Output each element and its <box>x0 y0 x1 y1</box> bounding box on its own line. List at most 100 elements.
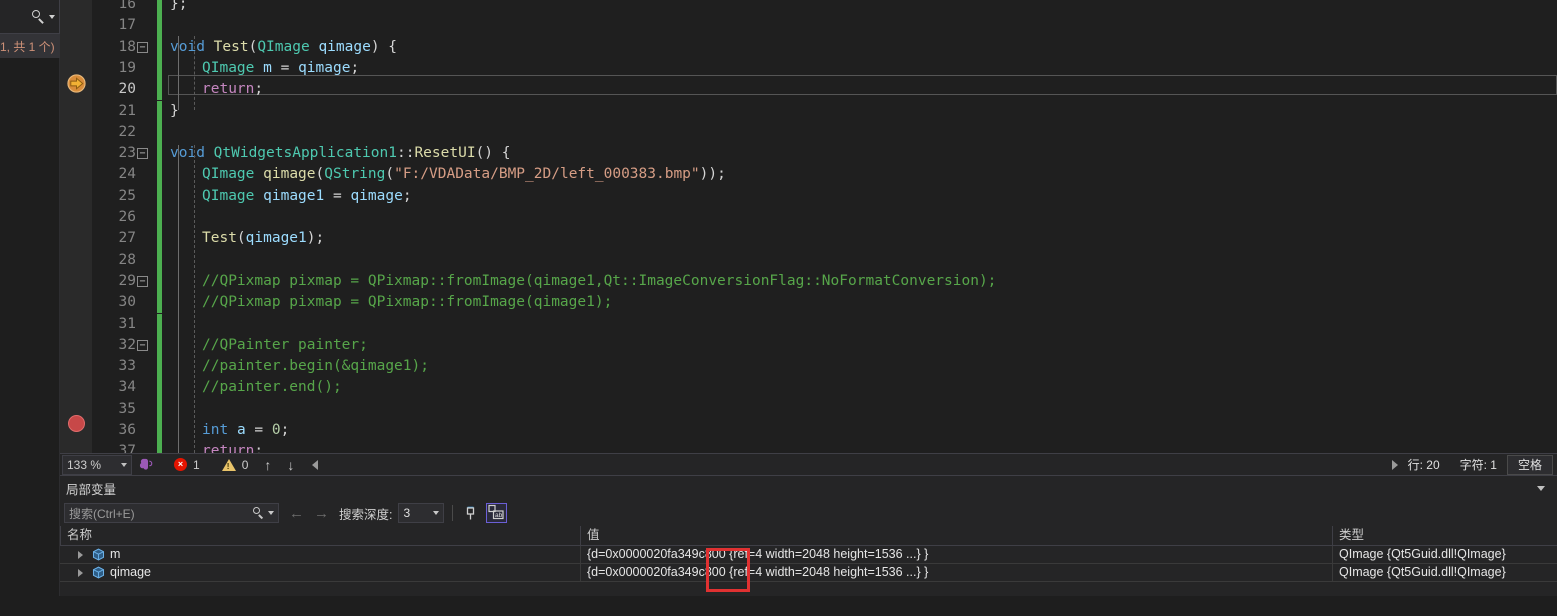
fold-toggle-icon[interactable]: − <box>137 339 148 351</box>
code-editor[interactable]: 16}; 17 18− void Test(QImage qimage) {19 QIm… <box>60 0 1557 453</box>
line-number: 21 <box>118 102 136 119</box>
code-line[interactable]: 17 <box>60 15 1557 37</box>
chevron-down-icon[interactable] <box>268 511 274 515</box>
column-header-type[interactable]: 类型 <box>1332 526 1557 545</box>
change-bar <box>157 36 162 58</box>
cell-name[interactable]: qimage <box>60 564 580 581</box>
brain-icon[interactable] <box>139 457 154 472</box>
change-bar <box>157 398 162 420</box>
code-text: return; <box>202 81 264 98</box>
code-line[interactable]: 16}; <box>60 0 1557 16</box>
search-placeholder: 搜索(Ctrl+E) <box>69 506 135 521</box>
cell-value[interactable]: {d=0x0000020fa349c800 {ref=4 width=2048 … <box>580 546 1332 563</box>
cell-type: QImage {Qt5Guid.dll!QImage} <box>1332 546 1557 563</box>
code-line[interactable]: 26 <box>60 207 1557 229</box>
search-depth-combo[interactable]: 3 <box>398 503 445 523</box>
find-result-item[interactable]: 1, 共 1 个) <box>0 34 60 58</box>
line-number: 24 <box>118 166 136 183</box>
code-text: //painter.begin(&qimage1); <box>202 358 429 375</box>
search-depth-value: 3 <box>403 506 411 520</box>
editor-status-bar: 133 % × 1 0 ↑ ↓ 行: 20 字符: 1 空格 <box>60 453 1557 475</box>
table-row[interactable]: m {d=0x0000020fa349c800 {ref=4 width=2048… <box>60 546 1557 564</box>
code-line[interactable]: 30 //QPixmap pixmap = QPixmap::fromImage(… <box>60 292 1557 314</box>
line-number: 16 <box>118 0 136 12</box>
arrow-down-icon[interactable]: ↓ <box>287 457 294 473</box>
zoom-level-value: 133 % <box>67 457 102 472</box>
svg-text:ab: ab <box>495 512 503 519</box>
pin-icon[interactable] <box>461 504 480 523</box>
arrow-up-icon[interactable]: ↑ <box>264 457 271 473</box>
change-bar <box>157 228 162 250</box>
code-line[interactable]: 19 QImage m = qimage; <box>60 57 1557 80</box>
change-bar <box>157 100 162 122</box>
locals-panel: 局部变量 搜索(Ctrl+E) ← → 搜索深度: 3 ab 名称 值 类型 m… <box>60 475 1557 616</box>
search-input[interactable]: 搜索(Ctrl+E) <box>64 503 279 523</box>
ab-box-icon[interactable]: ab <box>486 503 508 523</box>
change-bar <box>157 79 162 101</box>
cell-value[interactable]: {d=0x0000020fa349c800 {ref=4 width=2048 … <box>580 564 1332 581</box>
code-lines[interactable]: 16}; 17 18− void Test(QImage qimage) {19 QIm… <box>60 0 1557 453</box>
chevron-down-icon[interactable] <box>49 14 55 19</box>
page-title: 局部变量 <box>66 482 117 497</box>
change-bar <box>157 207 162 229</box>
code-line[interactable]: 34 //painter.end(); <box>60 377 1557 399</box>
code-line[interactable]: 36 int a = 0; <box>60 420 1557 442</box>
code-line[interactable]: 27 Test(qimage1); <box>60 228 1557 250</box>
chevron-right-icon[interactable] <box>78 569 83 577</box>
code-line[interactable]: 29− //QPixmap pixmap = QPixmap::fromImage… <box>60 270 1557 293</box>
search-icon[interactable] <box>253 507 265 519</box>
visual-studio-window: 1, 共 1 个) 16}; 17 18− void Test(QImage qima… <box>0 0 1557 616</box>
search-depth-label: 搜索深度: <box>339 507 393 522</box>
code-line[interactable]: 20 return; <box>60 79 1557 101</box>
error-icon: × <box>174 458 187 471</box>
code-line[interactable]: 37 return; <box>60 441 1557 453</box>
code-line[interactable]: 33 //painter.begin(&qimage1); <box>60 356 1557 378</box>
fold-toggle-icon[interactable]: − <box>137 275 148 287</box>
code-line[interactable]: 18− void Test(QImage qimage) { <box>60 36 1557 58</box>
chevron-down-icon[interactable] <box>1537 485 1545 491</box>
code-line[interactable]: 23− void QtWidgetsApplication1::ResetUI()… <box>60 143 1557 165</box>
code-line[interactable]: 21} <box>60 100 1557 122</box>
triangle-left-icon[interactable] <box>312 459 319 470</box>
fold-toggle-icon[interactable]: − <box>137 41 148 53</box>
change-bar <box>157 164 162 186</box>
find-result-label: 1, 共 1 个) <box>0 39 55 54</box>
chevron-down-icon[interactable] <box>121 462 127 467</box>
locals-toolbar: 搜索(Ctrl+E) ← → 搜索深度: 3 ab <box>60 500 1557 526</box>
code-line[interactable]: 31 <box>60 313 1557 335</box>
code-line[interactable]: 22 <box>60 121 1557 144</box>
chevron-down-icon[interactable] <box>433 511 440 515</box>
line-number: 17 <box>118 17 136 34</box>
indentation-indicator[interactable]: 空格 <box>1506 454 1553 475</box>
change-bar <box>157 185 162 207</box>
code-text: }; <box>170 0 188 12</box>
change-bar <box>157 0 162 16</box>
code-text: return; <box>202 443 264 453</box>
code-line[interactable]: 24 QImage qimage(QString("F:/VDAData/BMP_… <box>60 164 1557 186</box>
arrow-left-icon[interactable]: ← <box>289 505 304 522</box>
change-bar <box>157 143 162 165</box>
arrow-right-icon[interactable]: → <box>314 505 329 522</box>
cell-type: QImage {Qt5Guid.dll!QImage} <box>1332 564 1557 581</box>
cell-name[interactable]: m <box>60 546 580 563</box>
change-bar <box>157 121 162 144</box>
table-row[interactable]: qimage {d=0x0000020fa349c800 {ref=4 width… <box>60 564 1557 582</box>
line-number: 27 <box>118 230 136 247</box>
variables-grid-body[interactable]: m {d=0x0000020fa349c800 {ref=4 width=2048… <box>60 546 1557 582</box>
column-header-value[interactable]: 值 <box>580 526 1332 545</box>
find-widget[interactable] <box>0 0 60 34</box>
code-line[interactable]: 28 <box>60 249 1557 271</box>
toolbar-divider <box>452 505 454 521</box>
zoom-level-combo[interactable]: 133 % <box>62 454 132 475</box>
code-line[interactable]: 35 <box>60 398 1557 420</box>
chevron-right-icon[interactable] <box>78 551 83 559</box>
line-number: 26 <box>118 209 136 225</box>
line-number: 22 <box>118 123 136 140</box>
column-header-name[interactable]: 名称 <box>60 526 580 545</box>
fold-toggle-icon[interactable]: − <box>137 148 148 160</box>
window-bottom-fill <box>0 596 1557 616</box>
search-icon <box>32 9 46 24</box>
code-line[interactable]: 25 QImage qimage1 = qimage; <box>60 185 1557 207</box>
code-line[interactable]: 32− //QPainter painter; <box>60 334 1557 357</box>
warning-count: 0 <box>241 457 249 472</box>
